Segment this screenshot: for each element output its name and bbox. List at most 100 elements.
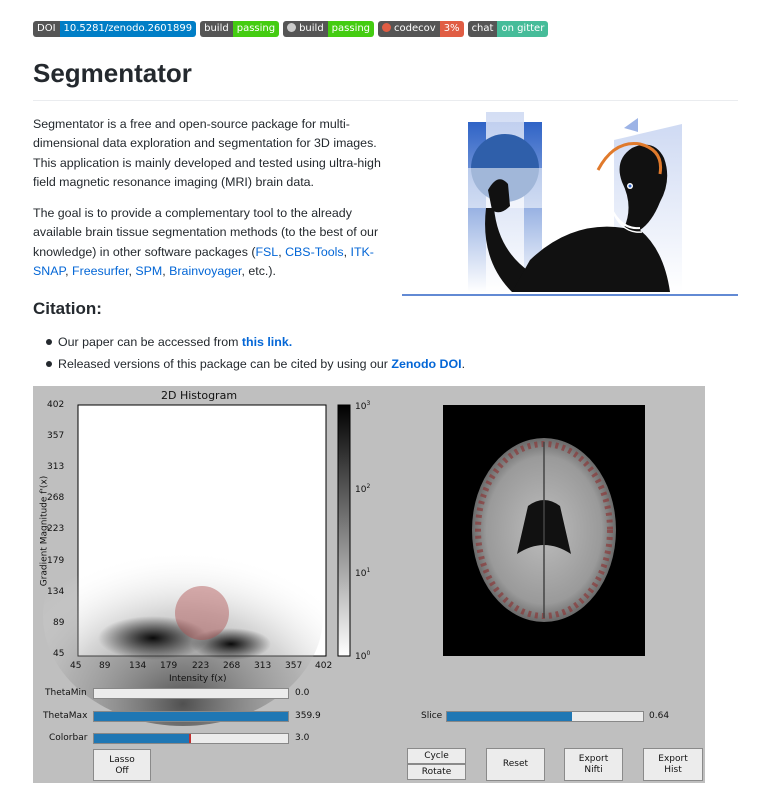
doi-badge-left: DOI xyxy=(33,21,60,37)
histogram-title: 2D Histogram xyxy=(161,389,238,402)
thetamax-label: ThetaMax xyxy=(43,711,88,721)
citation-text-2: Released versions of this package can be… xyxy=(58,357,392,371)
codecov-badge-left-text: codecov xyxy=(394,23,436,34)
gitter-badge-left: chat xyxy=(467,21,498,37)
colorbar-tick: 101 xyxy=(355,567,370,579)
lasso-button[interactable]: Lasso Off xyxy=(93,749,151,781)
cycle-button[interactable]: Cycle xyxy=(407,748,466,764)
x-tick: 402 xyxy=(315,661,333,671)
selection-circle[interactable] xyxy=(175,586,229,640)
build-badge-left: build xyxy=(200,21,233,37)
codecov-icon xyxy=(382,23,392,32)
colorbar-tick-base: 10 xyxy=(355,402,367,412)
colorbar-slider[interactable] xyxy=(93,733,289,744)
thetamin-slider[interactable] xyxy=(93,688,289,699)
page-title: Segmentator xyxy=(33,58,192,88)
y-tick: 134 xyxy=(47,587,65,597)
colorbar-tick-exp: 3 xyxy=(366,400,371,407)
goal-sep: , xyxy=(65,263,73,278)
link-freesurfer[interactable]: Freesurfer xyxy=(72,264,128,278)
build-badge-left-text: build xyxy=(299,23,324,34)
intro-paragraph: Segmentator is a free and open-source pa… xyxy=(33,117,381,189)
badge-row: DOI 10.5281/zenodo.2601899 build passing… xyxy=(33,21,549,37)
y-tick: 313 xyxy=(47,462,65,472)
slice-slider[interactable] xyxy=(446,711,644,722)
doi-badge[interactable]: DOI 10.5281/zenodo.2601899 xyxy=(33,21,197,37)
export-hist-label: Export xyxy=(658,754,688,764)
colorbar-tick-exp: 0 xyxy=(366,650,371,657)
lasso-label: Lasso xyxy=(109,755,135,765)
x-tick: 134 xyxy=(129,661,147,671)
thetamax-fill xyxy=(94,712,288,721)
segmentator-logo-illustration xyxy=(402,112,738,296)
lasso-state: Off xyxy=(115,766,129,776)
export-nifti-sub: Nifti xyxy=(584,765,603,775)
reset-button[interactable]: Reset xyxy=(486,748,545,781)
colorbar-tick-base: 10 xyxy=(355,652,367,662)
gitter-badge[interactable]: chat on gitter xyxy=(467,21,549,37)
y-tick: 402 xyxy=(47,400,65,410)
colorbar-tick: 103 xyxy=(355,400,370,412)
colorbar-tick-base: 10 xyxy=(355,569,367,579)
slice-label: Slice xyxy=(421,711,443,721)
x-axis-label: Intensity f(x) xyxy=(169,674,227,684)
doi-badge-right: 10.5281/zenodo.2601899 xyxy=(59,21,197,37)
title-divider xyxy=(33,100,738,101)
y-tick: 45 xyxy=(53,649,65,659)
codecov-badge-left: codecov xyxy=(378,21,440,37)
y-axis-label: Gradient Magnitude f'(x) xyxy=(39,475,50,587)
thetamin-value: 0.0 xyxy=(295,688,310,698)
colorbar-tick-exp: 2 xyxy=(366,483,371,490)
citation-text-1: Our paper can be accessed from xyxy=(58,335,242,349)
circleci-icon xyxy=(287,23,297,32)
colorbar-value: 3.0 xyxy=(295,733,310,743)
list-item: Released versions of this package can be… xyxy=(33,353,465,375)
codecov-badge[interactable]: codecov 3% xyxy=(378,21,464,37)
export-nifti-button[interactable]: Export Nifti xyxy=(564,748,623,781)
paper-link[interactable]: this link. xyxy=(242,335,292,349)
codecov-badge-right: 3% xyxy=(439,21,464,37)
link-brainvoyager[interactable]: Brainvoyager xyxy=(169,264,241,278)
rotate-button[interactable]: Rotate xyxy=(407,764,466,780)
link-cbs-tools[interactable]: CBS-Tools xyxy=(285,245,344,259)
goal-paragraph: The goal is to provide a complementary t… xyxy=(33,204,393,281)
x-tick: 45 xyxy=(70,661,82,671)
segmentator-gui-screenshot: 2D Histogram 402 357 313 268 223 179 134… xyxy=(33,386,705,783)
goal-suffix: , etc.). xyxy=(241,263,276,278)
citation-heading: Citation: xyxy=(33,299,102,318)
thetamax-slider[interactable] xyxy=(93,711,289,722)
link-fsl[interactable]: FSL xyxy=(255,245,278,259)
colorbar-tick-exp: 1 xyxy=(366,567,371,574)
goal-sep: , xyxy=(343,244,351,259)
slice-fill xyxy=(447,712,573,721)
colorbar-slider-label: Colorbar xyxy=(49,733,88,743)
colorbar xyxy=(337,404,351,657)
y-tick: 357 xyxy=(47,431,65,441)
build-badge-circleci[interactable]: build passing xyxy=(283,21,375,37)
zenodo-doi-link[interactable]: Zenodo DOI xyxy=(391,357,461,371)
thetamin-label: ThetaMin xyxy=(45,688,87,698)
gui-graphics xyxy=(43,404,645,726)
thetamax-value: 359.9 xyxy=(295,711,321,721)
y-tick: 179 xyxy=(47,556,65,566)
y-tick: 268 xyxy=(47,493,65,503)
y-tick: 89 xyxy=(53,618,65,628)
export-nifti-label: Export xyxy=(578,754,609,764)
build-badge-left-circle: build xyxy=(283,21,328,37)
slice-value: 0.64 xyxy=(649,711,670,721)
link-spm[interactable]: SPM xyxy=(135,264,162,278)
export-hist-sub: Hist xyxy=(664,765,682,775)
citation-end: . xyxy=(461,357,466,371)
build-badge-travis[interactable]: build passing xyxy=(200,21,280,37)
gitter-badge-right: on gitter xyxy=(497,21,549,37)
colorbar-tick-base: 10 xyxy=(355,485,367,495)
export-hist-button[interactable]: Export Hist xyxy=(643,748,703,781)
colorbar-tick: 100 xyxy=(355,650,370,662)
x-tick: 268 xyxy=(223,661,241,671)
y-tick: 223 xyxy=(47,524,65,534)
list-item: Our paper can be accessed from this link… xyxy=(33,331,465,353)
build-badge-right-circle: passing xyxy=(327,21,375,37)
x-tick: 357 xyxy=(285,661,303,671)
build-badge-right: passing xyxy=(232,21,280,37)
colorbar-tick: 102 xyxy=(355,483,370,495)
